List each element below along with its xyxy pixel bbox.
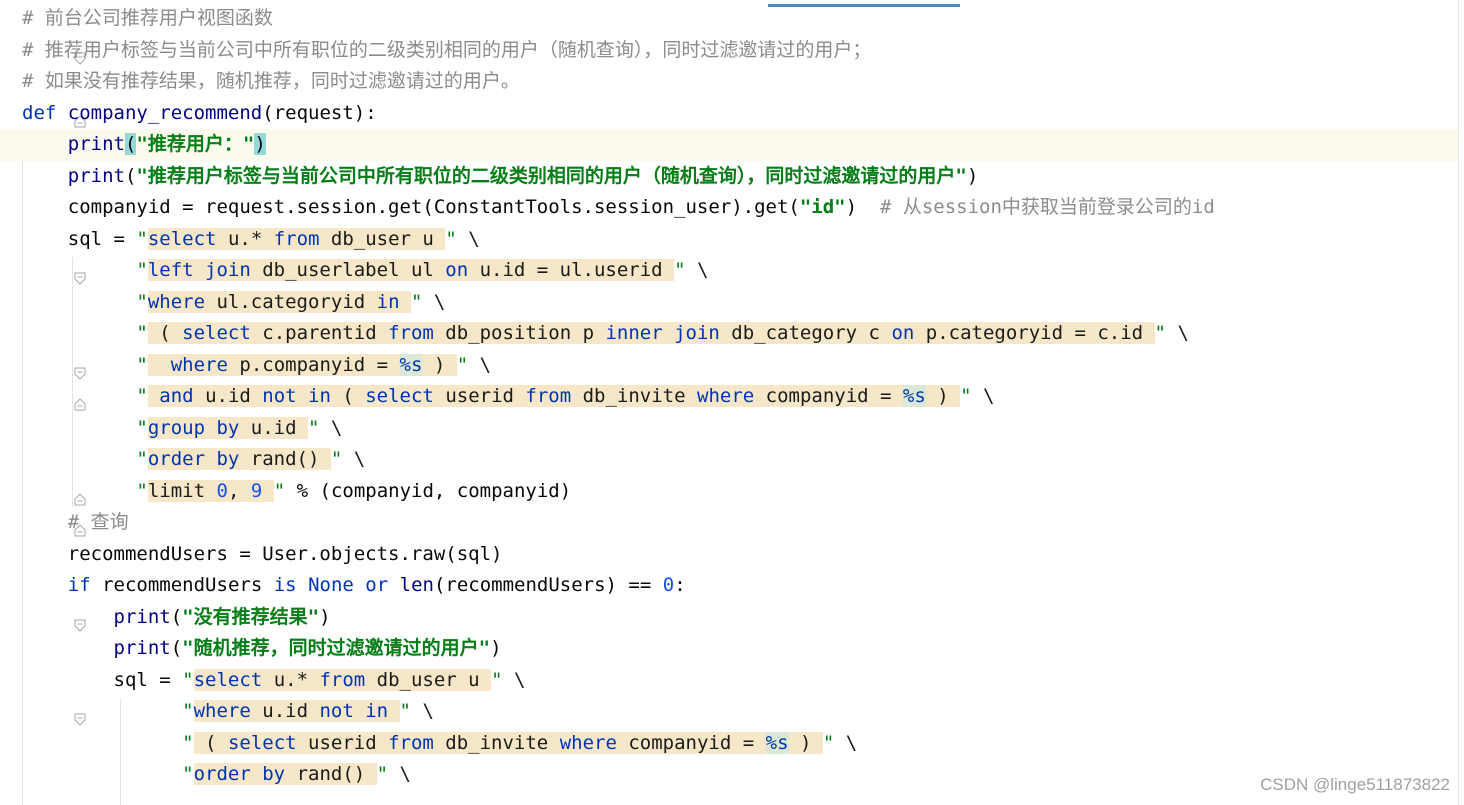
code-line[interactable]: recommendUsers = User.objects.raw(sql) [0, 539, 1458, 571]
comment: # 查询 [67, 511, 129, 533]
code-line[interactable]: "left join db_userlabel ul on u.id = ul.… [0, 255, 1458, 287]
brace-match-close: ) [254, 133, 266, 155]
builtin-print: print [67, 133, 125, 155]
function-name: company_recommend [67, 101, 263, 124]
fold-start-icon[interactable] [5, 674, 86, 726]
keyword-none: None [308, 574, 354, 596]
code-line[interactable]: # 查询 [0, 507, 1458, 539]
code-line[interactable]: "order by rand() " \ [0, 444, 1458, 505]
code-text: companyid = request.session.get(Constant… [67, 196, 800, 218]
fold-start-icon[interactable] [5, 12, 86, 65]
code-line[interactable]: "group by u.id " \ [0, 413, 1458, 445]
fold-end-icon[interactable] [5, 75, 86, 127]
string-literal: "推荐用户标签与当前公司中所有职位的二级类别相同的用户（随机查询），同时过滤邀请… [136, 164, 967, 187]
editor-right-margin [1458, 0, 1459, 805]
function-params: (request): [262, 101, 377, 124]
keyword-is: is [273, 574, 297, 596]
string-literal: "随机推荐，同时过滤邀请过的用户" [182, 637, 491, 659]
watermark: CSDN @linge511873822 [1260, 775, 1450, 794]
fold-start-icon[interactable] [5, 327, 86, 380]
builtin-print: print [113, 605, 171, 628]
code-line[interactable]: # 如果没有推荐结果，随机推荐，同时过滤邀请过的用户。 [0, 66, 1458, 127]
code-line[interactable]: print("没有推荐结果") [0, 602, 1458, 634]
code-line[interactable]: sql = "select u.* from db_user u " \ [0, 224, 1458, 285]
keyword-if: if [67, 574, 91, 596]
keyword-or: or [365, 574, 389, 596]
brace-match-open: ( [124, 133, 137, 155]
comment: # 如果没有推荐结果，随机推荐，同时过滤邀请过的用户。 [22, 70, 520, 92]
code-text: % (companyid, companyid) [296, 479, 572, 502]
code-text: recommendUsers = User.objects.raw(sql) [67, 542, 503, 565]
code-line[interactable]: "where u.id not in " \ [0, 696, 1458, 728]
code-line[interactable]: "where ul.categoryid in " \ [0, 287, 1458, 319]
code-text: : [674, 574, 686, 596]
code-line[interactable]: " ( select c.parentid from db_position p… [0, 318, 1458, 380]
code-line[interactable]: "order by rand() " \ [0, 759, 1458, 791]
fold-end-icon[interactable] [5, 768, 17, 781]
string-literal: "id" [799, 196, 846, 218]
code-line[interactable]: print("推荐用户标签与当前公司中所有职位的二级类别相同的用户（随机查询），… [0, 161, 1458, 193]
string-literal: "推荐用户：" [136, 133, 255, 155]
code-line[interactable]: " where p.companyid = %s ) " \ [0, 350, 1458, 411]
number-literal: 0 [662, 574, 675, 596]
keyword-def: def [22, 101, 57, 124]
code-text: (recommendUsers) == [433, 574, 652, 596]
code-line[interactable]: if recommendUsers is None or len(recomme… [0, 570, 1458, 632]
code-line[interactable]: # 推荐用户标签与当前公司中所有职位的二级类别相同的用户（随机查询），同时过滤邀… [0, 35, 1458, 67]
code-text: ) [845, 196, 858, 218]
comment: # 前台公司推荐用户视图函数 [22, 7, 273, 29]
fold-start-icon[interactable] [5, 233, 86, 285]
code-line[interactable]: " and u.id not in ( select userid from d… [0, 381, 1458, 413]
code-line[interactable]: "limit 0, 9 " % (companyid, companyid) [0, 476, 1458, 537]
code-text: recommendUsers [102, 574, 263, 596]
comment: # 推荐用户标签与当前公司中所有职位的二级类别相同的用户（随机查询），同时过滤邀… [22, 38, 872, 61]
fold-end-icon[interactable] [5, 359, 86, 411]
comment: # 从session中获取当前登录公司的id [879, 196, 1215, 218]
code-line[interactable]: sql = "select u.* from db_user u " \ [0, 665, 1458, 726]
code-line[interactable]: " ( select userid from db_invite where c… [0, 728, 1458, 760]
code-line[interactable]: companyid = request.session.get(Constant… [0, 192, 1458, 224]
code-line[interactable]: # 前台公司推荐用户视图函数 [0, 3, 1458, 65]
builtin-len: len [399, 574, 434, 596]
code-line-current[interactable]: print("推荐用户：") [0, 129, 1458, 161]
code-line[interactable]: print("随机推荐，同时过滤邀请过的用户") [0, 633, 1458, 665]
fold-start-icon[interactable] [5, 579, 86, 632]
builtin-print: print [113, 637, 171, 659]
code-line[interactable]: def company_recommend(request): [0, 98, 1458, 159]
code-editor[interactable]: # 前台公司推荐用户视图函数 # 推荐用户标签与当前公司中所有职位的二级类别相同… [0, 0, 1464, 805]
string-literal: "没有推荐结果" [182, 605, 320, 628]
fold-end-icon[interactable] [5, 485, 86, 537]
code-text: sql = [113, 668, 183, 691]
builtin-print: print [67, 164, 125, 187]
fold-end-icon[interactable] [5, 453, 86, 505]
code-text: sql = [67, 227, 137, 250]
fold-start-icon[interactable] [5, 107, 86, 159]
